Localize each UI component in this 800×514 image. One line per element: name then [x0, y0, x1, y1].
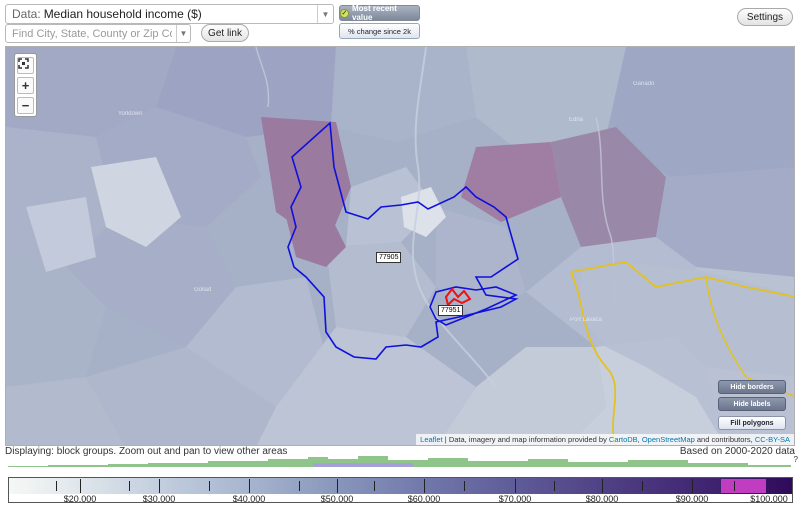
distribution-histogram: [8, 456, 791, 467]
legend-tick: [299, 481, 300, 491]
legend-tick: [80, 479, 81, 493]
attribution-text-1: | Data, imagery and map information prov…: [442, 435, 609, 444]
fill-polygons-button[interactable]: Fill polygons: [718, 416, 786, 430]
settings-button[interactable]: Settings: [737, 8, 793, 26]
place-label-port-lavaca: Port Lavaca: [570, 317, 603, 323]
location-search[interactable]: ▼: [5, 24, 191, 43]
most-recent-label: Most recent value: [351, 4, 397, 22]
tract-label-77951[interactable]: 77951: [438, 305, 464, 316]
legend-label: $80,000: [585, 494, 619, 503]
legend-tick: [159, 479, 160, 493]
place-label-yorktown: Yorktown: [118, 111, 143, 117]
legend-tick: [602, 479, 603, 493]
cartodb-link[interactable]: CartoDB: [609, 435, 638, 444]
legend-tick: [515, 479, 516, 493]
zoom-out-button[interactable]: −: [17, 97, 34, 114]
map-attribution: Leaflet | Data, imagery and map informat…: [416, 434, 794, 445]
most-recent-value-button[interactable]: ✓ Most recent value: [339, 4, 420, 22]
legend-tick: [56, 481, 57, 491]
legend-tick: [734, 481, 735, 491]
legend-highlight: [721, 479, 766, 493]
legend-label: $40,000: [232, 494, 266, 503]
map[interactable]: Yorktown Goliad Edna Port Lavaca Ganado …: [5, 46, 795, 446]
license-link[interactable]: CC-BY-SA: [755, 435, 790, 444]
help-question-mark[interactable]: ?: [794, 455, 798, 464]
hide-borders-button[interactable]: Hide borders: [718, 380, 786, 394]
place-label-goliad: Goliad: [194, 287, 212, 293]
legend-label: $50,000: [320, 494, 354, 503]
place-label-ganado: Ganado: [633, 81, 655, 87]
legend-tick: [554, 481, 555, 491]
attribution-text-3: and contributors,: [694, 435, 755, 444]
data-select[interactable]: Data: Median household income ($) ▼: [5, 4, 334, 24]
tract-label-77905[interactable]: 77905: [376, 252, 402, 263]
legend-tick: [464, 481, 465, 491]
legend-tick: [209, 481, 210, 491]
zoom-controls: + −: [14, 53, 37, 117]
data-value: Median household income ($): [43, 7, 202, 21]
legend-tick: [129, 481, 130, 491]
legend-tick: [249, 479, 250, 493]
legend-label: $70,000: [498, 494, 532, 503]
legend-tick: [337, 479, 338, 493]
legend-label: $60,000: [407, 494, 441, 503]
hide-labels-button[interactable]: Hide labels: [718, 397, 786, 411]
color-legend: $20,000 $30,000 $40,000 $50,000 $60,000 …: [8, 477, 793, 503]
map-canvas[interactable]: [6, 47, 795, 446]
data-prefix: Data:: [12, 7, 41, 21]
app: Data: Median household income ($) ▼ ▼ Ge…: [0, 0, 800, 514]
legend-tick: [642, 481, 643, 491]
chevron-down-icon[interactable]: ▼: [176, 25, 190, 42]
check-icon: ✓: [340, 8, 349, 18]
fullscreen-icon[interactable]: [17, 57, 34, 74]
legend-label: $20,000: [63, 494, 97, 503]
legend-label: $100,000: [750, 494, 788, 503]
legend-tick: [374, 481, 375, 491]
zoom-in-button[interactable]: +: [17, 77, 34, 94]
legend-gradient: [9, 478, 792, 494]
openstreetmap-link[interactable]: OpenStreetMap: [642, 435, 695, 444]
legend-tick: [692, 479, 693, 493]
place-label-edna: Edna: [569, 117, 584, 123]
search-input[interactable]: [12, 27, 172, 40]
legend-tick: [769, 479, 770, 493]
get-link-button[interactable]: Get link: [201, 24, 249, 42]
fullscreen-glyph: [18, 58, 29, 69]
chevron-down-icon[interactable]: ▼: [317, 5, 333, 23]
legend-tick: [424, 479, 425, 493]
legend-label: $30,000: [142, 494, 176, 503]
leaflet-link[interactable]: Leaflet: [420, 435, 443, 444]
percent-change-button[interactable]: % change since 2k: [339, 23, 420, 39]
legend-label: $90,000: [675, 494, 709, 503]
